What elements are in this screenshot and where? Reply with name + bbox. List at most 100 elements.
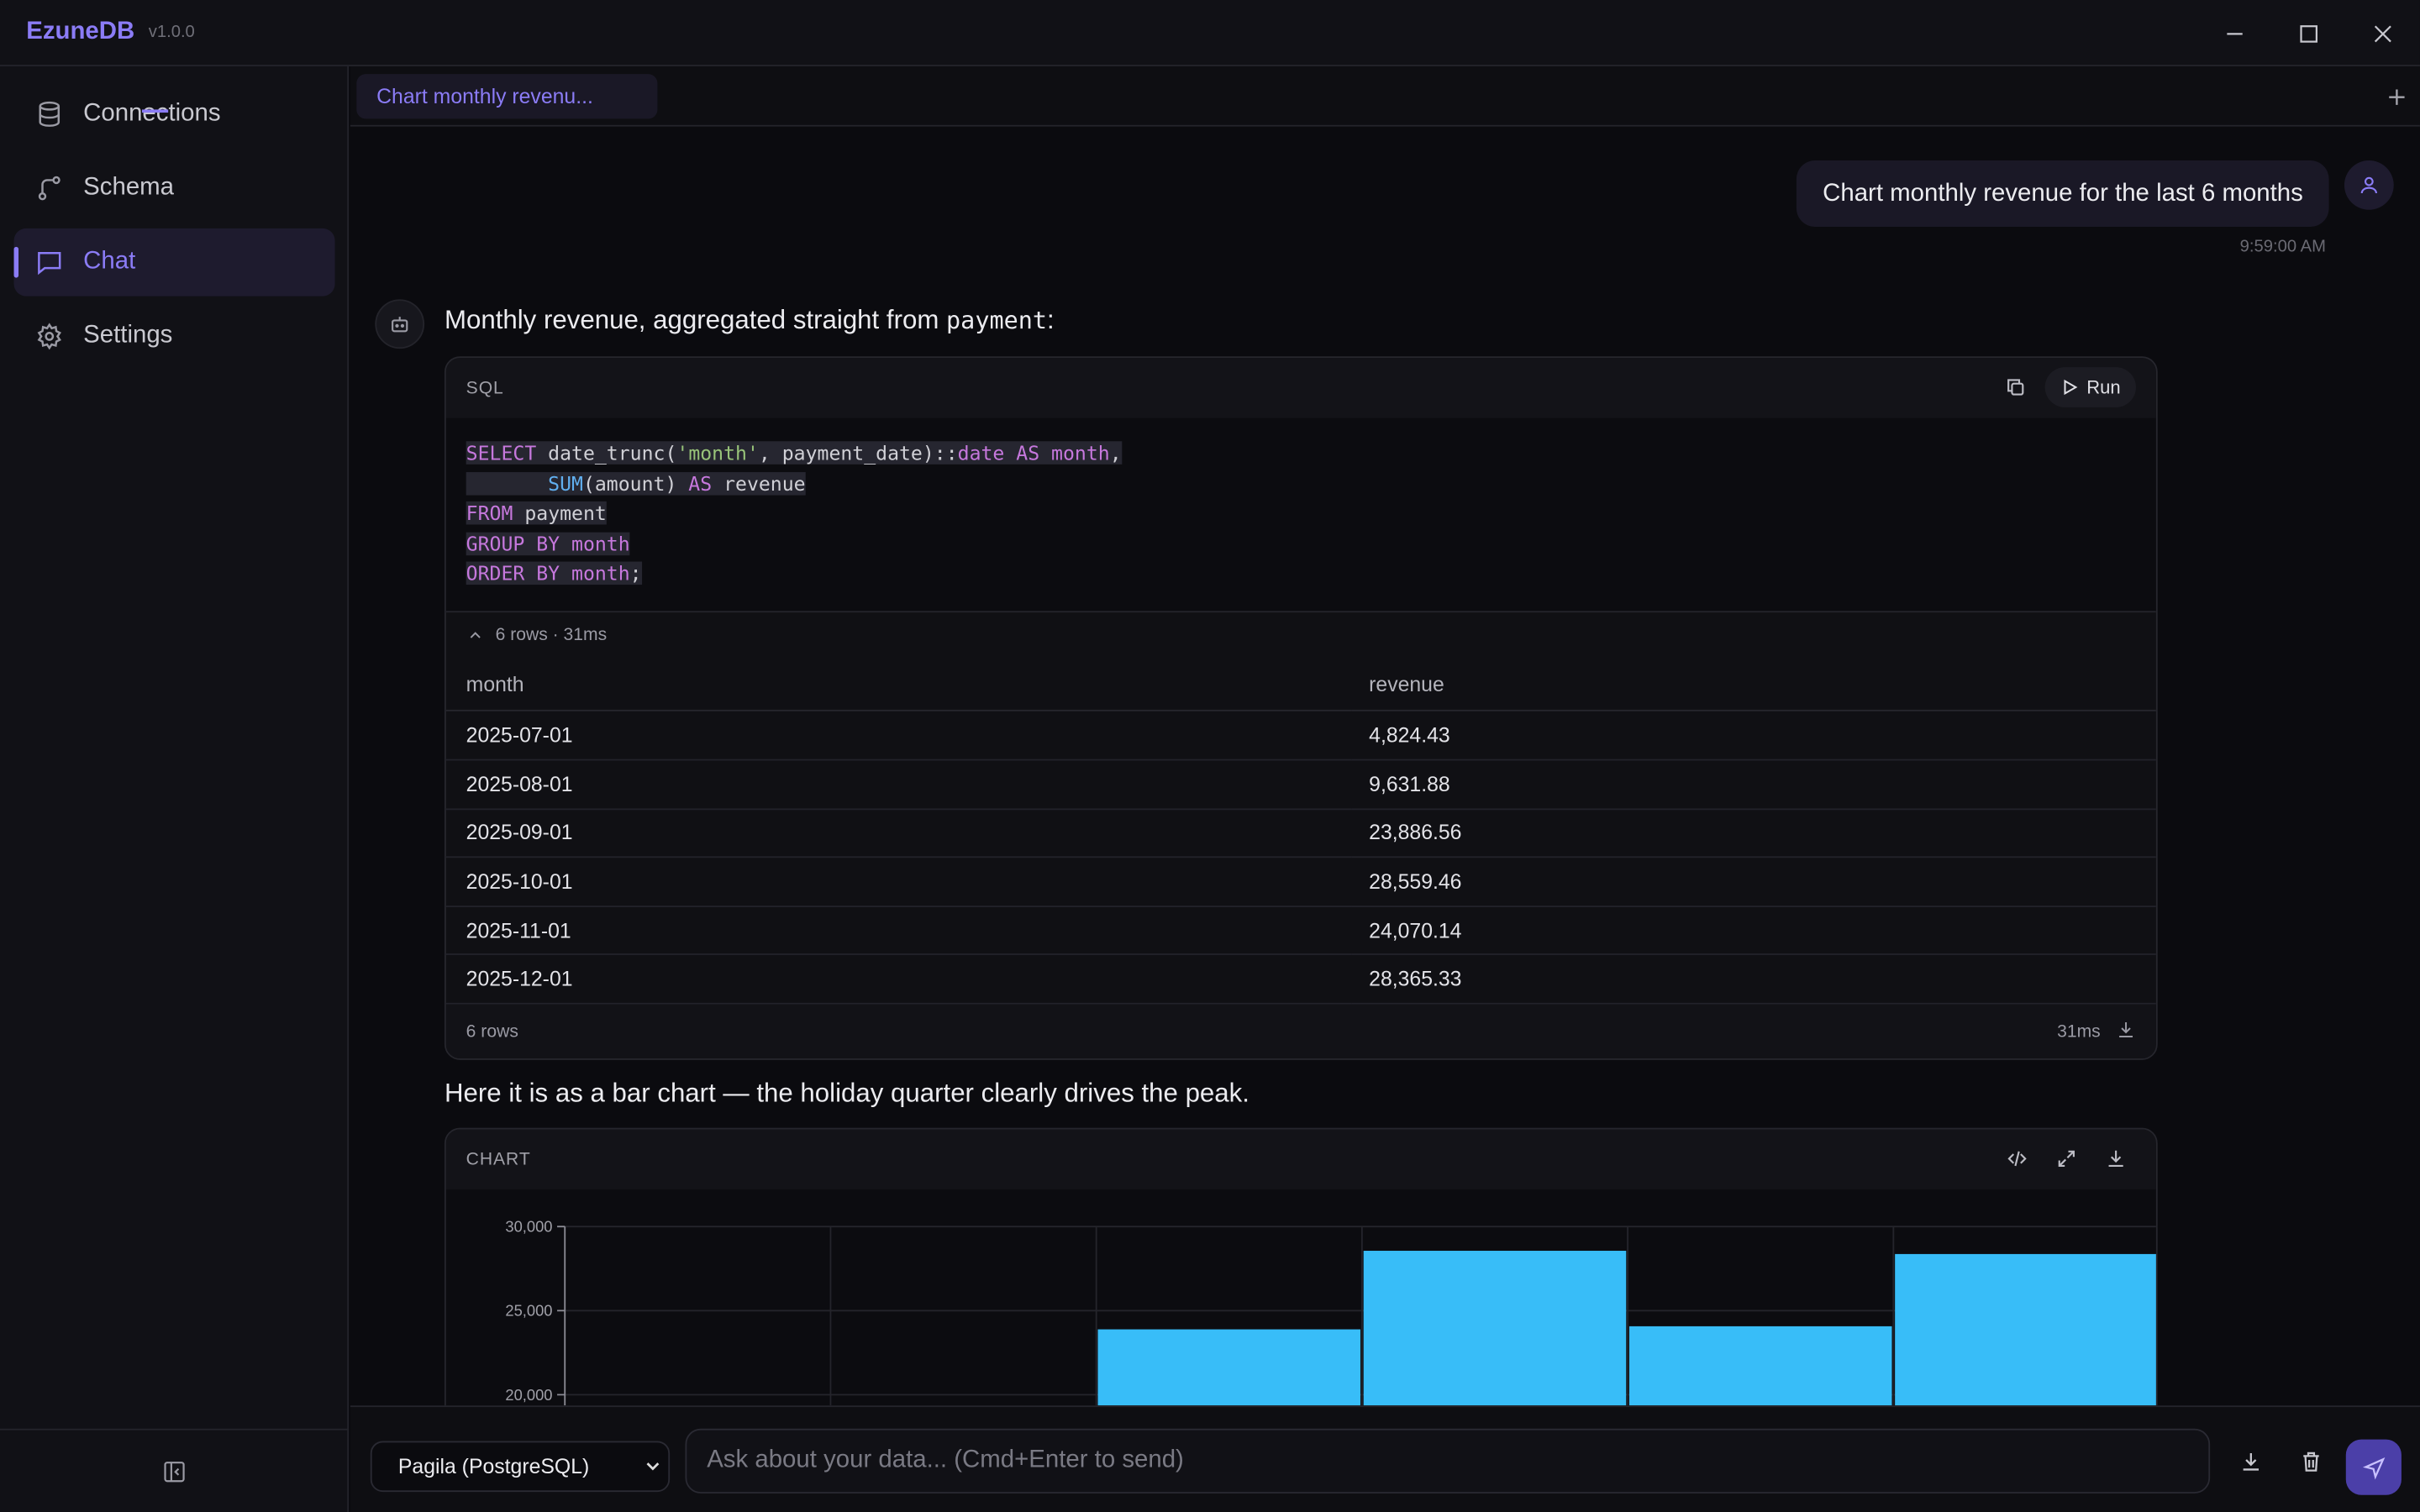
chat-input-bar: Pagila (PostgreSQL) Ask about your data.… [350, 1405, 2420, 1512]
play-icon [2064, 379, 2078, 396]
connection-select[interactable]: Pagila (PostgreSQL) [370, 1441, 671, 1493]
table-row: 2025-08-01 9,631.88 [445, 759, 2156, 810]
cell-month: 2025-08-01 [445, 759, 1352, 810]
view-code-button[interactable] [1997, 1138, 2038, 1179]
sidebar-item-label: Settings [83, 322, 173, 349]
download-icon [2243, 1452, 2260, 1471]
table-row: 2025-10-01 28,559.46 [445, 857, 2156, 907]
minimize-icon [2227, 32, 2243, 34]
send-icon [2362, 1457, 2385, 1479]
cell-month: 2025-07-01 [445, 711, 1352, 761]
user-avatar [2344, 160, 2394, 210]
download-chart-button[interactable] [2096, 1138, 2136, 1179]
copy-icon [2007, 379, 2024, 396]
window-controls [2197, 0, 2419, 66]
column-header-month[interactable]: month [445, 659, 1352, 712]
y-tick-label: 20,000 [505, 1386, 552, 1404]
sidebar-item-label: Schema [83, 174, 175, 201]
new-tab-button[interactable] [2387, 81, 2406, 114]
y-tick-label: 25,000 [505, 1302, 552, 1320]
app-version: v1.0.0 [148, 23, 195, 42]
sidebar-item-label: Connections [83, 100, 221, 127]
user-icon [2360, 176, 2377, 194]
schema-icon [34, 173, 65, 204]
cell-revenue: 28,365.33 [1351, 954, 2156, 1005]
sidebar-collapse-icon [164, 1461, 185, 1482]
sidebar-item-chat[interactable]: Chat [13, 228, 335, 297]
sidebar-item-schema[interactable]: Schema [14, 155, 335, 223]
cell-revenue: 9,631.88 [1351, 759, 2156, 810]
user-message-bubble: Chart monthly revenue for the last 6 mon… [1796, 160, 2330, 227]
tab-bar: Chart monthly revenu... [350, 66, 2420, 127]
footer-time: 31ms [2057, 1021, 2101, 1041]
footer-row-count: 6 rows [466, 1021, 518, 1041]
cell-revenue: 23,886.56 [1351, 808, 2156, 858]
run-label: Run [2086, 376, 2121, 398]
table-footer: 6 rows 31ms [445, 1004, 2156, 1058]
close-button[interactable] [2346, 0, 2420, 66]
result-table: month revenue 2025-07-01 4,824.43 2025-08-… [445, 659, 2156, 1005]
trash-icon [2303, 1452, 2319, 1472]
y-tick-label: 30,000 [505, 1218, 552, 1236]
download-icon [2119, 1021, 2133, 1037]
bar-2025-09-01[interactable] [1097, 1329, 1361, 1406]
database-icon [34, 99, 65, 130]
user-message-text: Chart monthly revenue for the last 6 mon… [1823, 179, 2303, 207]
tab-label: Chart monthly revenu... [376, 85, 593, 108]
bar-2025-10-01[interactable] [1363, 1251, 1627, 1406]
send-button[interactable] [2345, 1439, 2402, 1495]
assistant-avatar [375, 299, 425, 349]
download-icon [2108, 1150, 2123, 1168]
cell-month: 2025-10-01 [445, 857, 1352, 907]
column-header-revenue[interactable]: revenue [1351, 659, 2156, 712]
table-header-row: month revenue [445, 659, 2156, 712]
bot-icon [392, 317, 408, 333]
assistant-intro-text: Monthly revenue, aggregated straight fro… [445, 306, 1055, 337]
tab-active-indicator [141, 109, 169, 113]
chat-input[interactable]: Ask about your data... (Cmd+Enter to sen… [685, 1428, 2211, 1494]
collapse-sidebar-button[interactable] [0, 1428, 350, 1512]
sql-result-card: SQL Run SELECT date_trunc('month', payme… [444, 356, 2158, 1060]
table-row: 2025-11-01 24,070.14 [445, 906, 2156, 956]
run-button[interactable]: Run [2044, 367, 2136, 407]
cell-revenue: 28,559.46 [1351, 857, 2156, 907]
sql-card-title: SQL [466, 378, 504, 397]
tab-chart-monthly-revenue[interactable]: Chart monthly revenu... [356, 74, 658, 119]
chat-input-placeholder: Ask about your data... (Cmd+Enter to sen… [707, 1446, 1184, 1474]
minimize-button[interactable] [2197, 0, 2271, 66]
clear-chat-button[interactable] [2300, 1450, 2323, 1481]
maximize-button[interactable] [2272, 0, 2346, 66]
chart-card-header: CHART [445, 1129, 2156, 1190]
title-bar: EzuneDB v1.0.0 [0, 0, 2420, 66]
chart-card-actions [1997, 1138, 2136, 1179]
chat-icon [34, 247, 65, 278]
chart-card-title: CHART [466, 1150, 531, 1169]
sql-code-block: SELECT date_trunc('month', payment_date)… [445, 417, 2156, 613]
export-chat-button[interactable] [2239, 1450, 2263, 1481]
cell-revenue: 24,070.14 [1351, 906, 2156, 956]
copy-button[interactable] [1996, 367, 2036, 407]
download-results-button[interactable] [2116, 1019, 2136, 1043]
rows-summary: 6 rows · 31ms [495, 626, 608, 645]
cell-month: 2025-11-01 [445, 906, 1352, 956]
code-line: SUM(amount) AS revenue [466, 469, 2136, 499]
sidebar-item-connections[interactable]: Connections [14, 81, 335, 149]
sidebar-item-settings[interactable]: Settings [14, 302, 335, 370]
table-row: 2025-09-01 23,886.56 [445, 808, 2156, 858]
gear-icon [34, 321, 65, 352]
bar-2025-12-01[interactable] [1895, 1253, 2158, 1406]
close-icon [2374, 24, 2391, 42]
assistant-intro-code: payment [946, 307, 1048, 335]
cell-month: 2025-09-01 [445, 808, 1352, 858]
sidebar: Connections Schema Chat Settings [0, 66, 350, 1512]
connection-select-value: Pagila (PostgreSQL) [397, 1455, 590, 1478]
code-line: ORDER BY month; [466, 562, 642, 585]
expand-chart-button[interactable] [2046, 1138, 2086, 1179]
code-line: SELECT date_trunc('month', payment_date)… [466, 441, 1122, 465]
chart-card: CHART 30,000 25,000 20,000 [444, 1127, 2158, 1436]
code-line: GROUP BY month [466, 532, 630, 555]
assistant-intro-label: Monthly revenue, aggregated straight fro… [444, 305, 947, 335]
code-line: FROM payment [466, 501, 607, 525]
bar-2025-11-01[interactable] [1628, 1326, 1892, 1406]
rows-toggle[interactable]: 6 rows · 31ms [446, 612, 2156, 659]
